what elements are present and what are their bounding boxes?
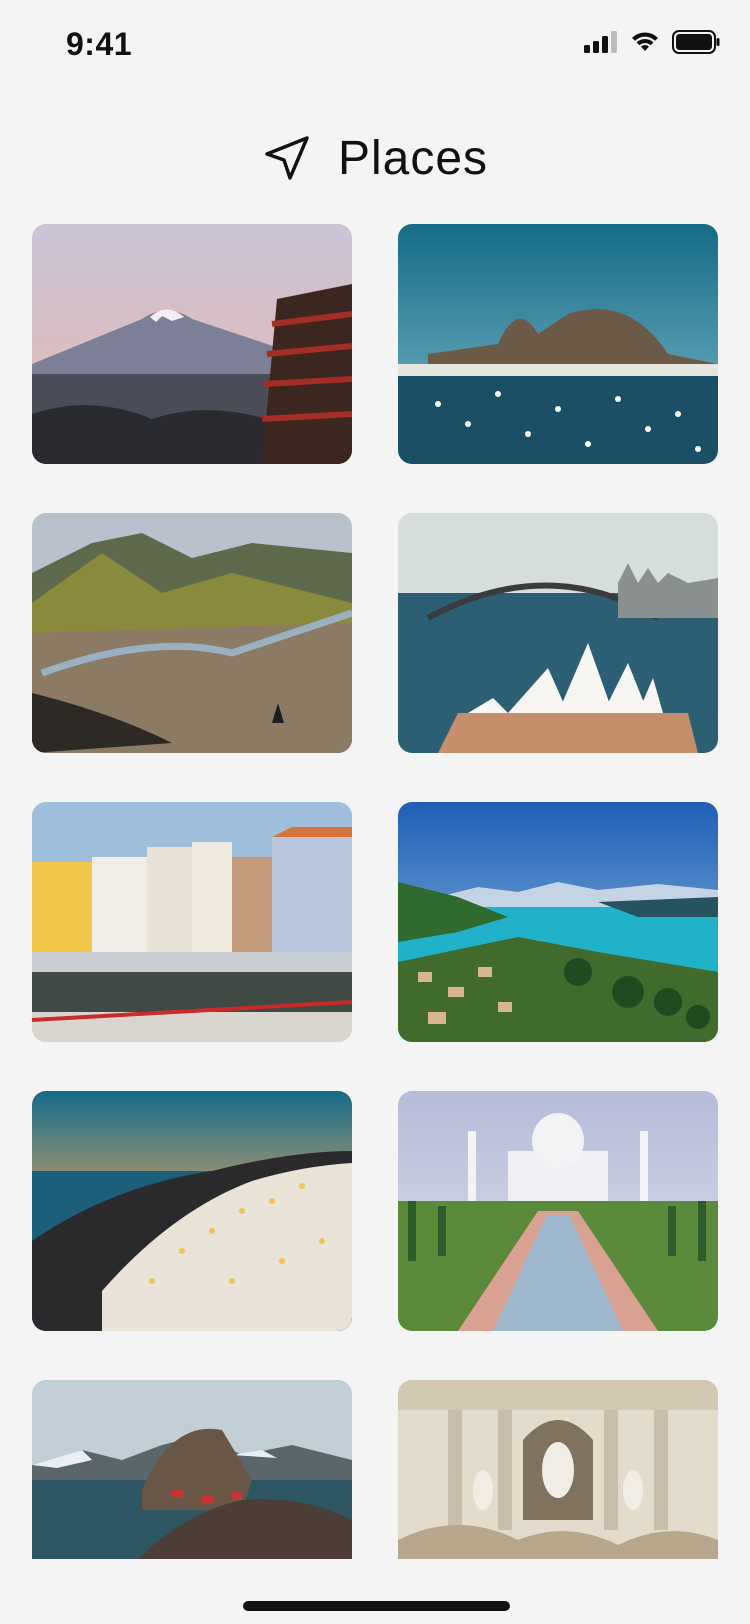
place-card-swiss-lake[interactable] [398, 802, 718, 1042]
place-photo-fuji [32, 224, 352, 464]
places-grid [32, 224, 718, 1559]
place-photo-iceland [32, 513, 352, 753]
place-photo-sydney [398, 513, 718, 753]
home-indicator[interactable] [243, 1601, 510, 1611]
place-photo-taj-mahal [398, 1091, 718, 1331]
status-bar: 9:41 [0, 0, 750, 90]
place-card-santorini[interactable] [32, 1091, 352, 1331]
place-card-trevi[interactable] [398, 1380, 718, 1559]
place-card-sydney[interactable] [398, 513, 718, 753]
place-photo-aveiro [32, 802, 352, 1042]
place-photo-santorini [32, 1091, 352, 1331]
place-card-fuji[interactable] [32, 224, 352, 464]
place-photo-lofoten [32, 1380, 352, 1559]
place-card-iceland[interactable] [32, 513, 352, 753]
cellular-signal-icon [584, 31, 617, 53]
place-card-aveiro[interactable] [32, 802, 352, 1042]
status-time: 9:41 [66, 26, 133, 62]
page-header: Places [0, 118, 750, 198]
navigation-arrow-icon [265, 136, 309, 180]
place-card-taj-mahal[interactable] [398, 1091, 718, 1331]
place-photo-trevi [398, 1380, 718, 1559]
battery-icon [672, 30, 720, 54]
page-title: Places [337, 131, 489, 185]
status-icons [584, 30, 720, 54]
place-card-rio[interactable] [398, 224, 718, 464]
place-card-lofoten[interactable] [32, 1380, 352, 1559]
place-photo-swiss-lake [398, 802, 718, 1042]
place-photo-rio [398, 224, 718, 464]
wifi-icon [632, 32, 658, 51]
